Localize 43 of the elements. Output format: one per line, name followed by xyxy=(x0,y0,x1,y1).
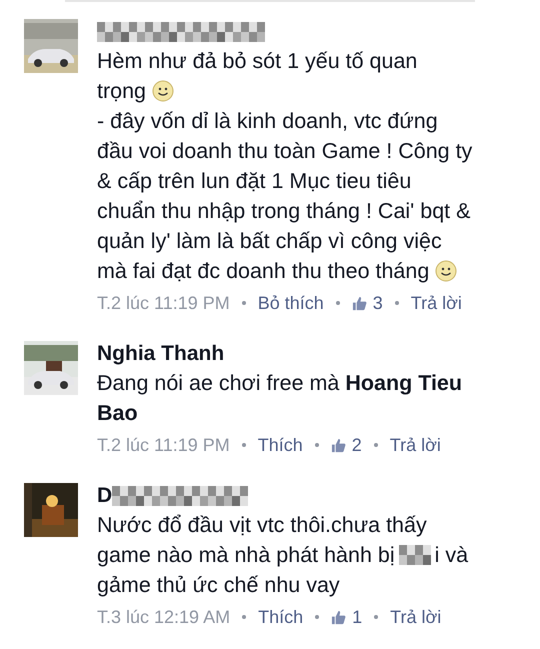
comment-text: game nào mà nhà phát hành bị xyxy=(97,542,395,569)
comment-text: đầu voi doanh thu toàn Game ! Công ty xyxy=(97,138,472,165)
redacted-word-drawing xyxy=(398,545,431,565)
comment-text: gảme thủ ức chế nhu vay xyxy=(97,572,340,599)
separator-dot-icon xyxy=(242,443,246,447)
separator-dot-icon xyxy=(314,443,319,447)
comment-text: - đây vốn dỉ là kinh doanh, vtc đứng xyxy=(97,108,438,135)
separator-dot-icon xyxy=(374,615,378,619)
comment-text: Hèm như đả bỏ sót 1 yếu tố quan xyxy=(97,48,418,75)
separator-dot-icon xyxy=(242,615,246,619)
comment-text: trọng xyxy=(97,78,146,105)
commenter-name[interactable]: D xyxy=(97,484,112,508)
like-count: 1 xyxy=(352,606,362,628)
comment-text: quản ly' làm là bất chấp vì công việc xyxy=(97,228,442,255)
reply-link[interactable]: Trả lời xyxy=(410,290,462,316)
comment-text: chuẩn thu nhập trong tháng ! Cai' bqt & xyxy=(97,198,470,225)
separator-dot-icon xyxy=(242,301,246,305)
like-link[interactable]: Bỏ thích xyxy=(258,290,324,316)
comment-text: & cấp trên lun đặt 1 Mục tieu tiêu xyxy=(97,168,412,195)
comment-text: Đang nói ae chơi free mà Hoang Tieu xyxy=(97,370,462,397)
reply-link[interactable]: Trả lời xyxy=(390,432,441,458)
like-link[interactable]: Thích xyxy=(258,604,304,630)
separator-dot-icon xyxy=(315,615,320,619)
comment-time: T.2 lúc 11:19 PM xyxy=(97,434,230,456)
comment-time: T.2 lúc 11:19 PM xyxy=(97,292,230,314)
commenter-name[interactable]: Nghia Thanh xyxy=(97,342,224,366)
like-count: 2 xyxy=(352,434,362,456)
smiley-icon xyxy=(435,260,458,282)
comment-time: T.3 lúc 12:19 AM xyxy=(97,606,230,628)
like-count: 3 xyxy=(372,292,383,314)
comment-text: Nước đổ đầu vịt vtc thôi.chưa thấy xyxy=(97,512,427,539)
separator-dot-icon xyxy=(336,301,340,305)
like-link[interactable]: Thích xyxy=(258,432,303,458)
smiley-icon xyxy=(152,80,174,102)
reply-link[interactable]: Trả lời xyxy=(390,604,442,630)
thumbs-up-icon xyxy=(330,438,346,452)
comment-text: Bao xyxy=(97,400,138,427)
thumbs-up-icon xyxy=(352,296,367,310)
thumbs-up-icon xyxy=(331,610,346,624)
separator-dot-icon xyxy=(374,443,378,447)
comment-text: mà fai đạt đc doanh thu theo tháng xyxy=(97,258,430,285)
separator-dot-icon xyxy=(394,301,399,305)
comment-text: i và xyxy=(434,542,468,569)
